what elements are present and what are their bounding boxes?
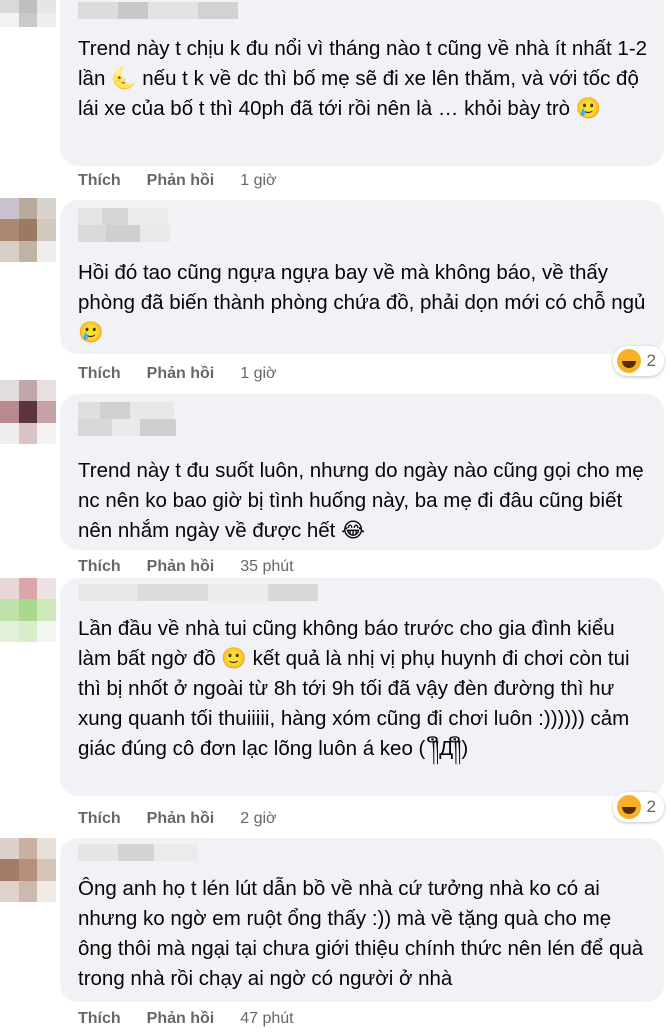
comment-time[interactable]: 2 giờ (240, 810, 276, 828)
reply-button[interactable]: Phản hồi (147, 558, 215, 576)
avatar[interactable] (0, 838, 56, 902)
comment-actions: Thích Phản hồi 47 phút (78, 1006, 294, 1032)
like-button[interactable]: Thích (78, 810, 121, 828)
comment-text: Trend này t chịu k đu nổi vì tháng nào t… (78, 37, 648, 120)
author-name-blurred[interactable] (78, 584, 318, 602)
reply-button[interactable]: Phản hồi (147, 172, 215, 190)
comment-text: Lần đầu về nhà tui cũng không báo trước … (78, 617, 630, 760)
like-button[interactable]: Thích (78, 172, 121, 190)
reply-button[interactable]: Phản hồi (147, 810, 215, 828)
haha-icon (616, 349, 641, 373)
reply-button[interactable]: Phản hồi (147, 1010, 215, 1028)
comment-actions: Thích Phản hồi 1 giờ (78, 361, 277, 387)
reaction-count[interactable]: 2 (612, 792, 664, 822)
avatar[interactable] (0, 578, 56, 642)
like-button[interactable]: Thích (78, 1010, 121, 1028)
avatar[interactable] (0, 198, 56, 262)
author-name-blurred[interactable] (78, 2, 278, 36)
like-button[interactable]: Thích (78, 365, 121, 383)
comment-actions: Thích Phản hồi 35 phút (78, 554, 294, 580)
reaction-count[interactable]: 2 (612, 346, 664, 376)
haha-icon (616, 795, 641, 819)
comment-bubble: Ông anh họ t lén lút dẫn bồ về nhà cứ tư… (60, 838, 664, 1002)
author-name-blurred[interactable] (78, 208, 178, 242)
like-button[interactable]: Thích (78, 558, 121, 576)
comment-bubble: Hồi đó tao cũng ngựa ngựa bay về mà khôn… (60, 200, 664, 354)
avatar[interactable] (0, 0, 56, 40)
avatar[interactable] (0, 380, 56, 444)
reply-button[interactable]: Phản hồi (147, 365, 215, 383)
comment-actions: Thích Phản hồi 1 giờ (78, 168, 277, 194)
comment-actions: Thích Phản hồi 2 giờ (78, 806, 277, 832)
author-name-blurred[interactable] (78, 844, 228, 870)
comment-bubble: Trend này t đu suốt luôn, nhưng do ngày … (60, 394, 664, 550)
comment-text: Ông anh họ t lén lút dẫn bồ về nhà cứ tư… (78, 877, 644, 990)
comment-time[interactable]: 1 giờ (240, 172, 276, 190)
author-name-blurred[interactable] (78, 402, 182, 436)
comment-time[interactable]: 47 phút (240, 1010, 293, 1028)
comment-bubble: Lần đầu về nhà tui cũng không báo trước … (60, 578, 664, 796)
comment-text: Trend này t đu suốt luôn, nhưng do ngày … (78, 459, 644, 542)
comment-text: Hồi đó tao cũng ngựa ngựa bay về mà khôn… (78, 261, 646, 344)
comment-bubble: Trend này t chịu k đu nổi vì tháng nào t… (60, 0, 664, 166)
comment-time[interactable]: 1 giờ (240, 365, 276, 383)
comment-time[interactable]: 35 phút (240, 558, 293, 576)
